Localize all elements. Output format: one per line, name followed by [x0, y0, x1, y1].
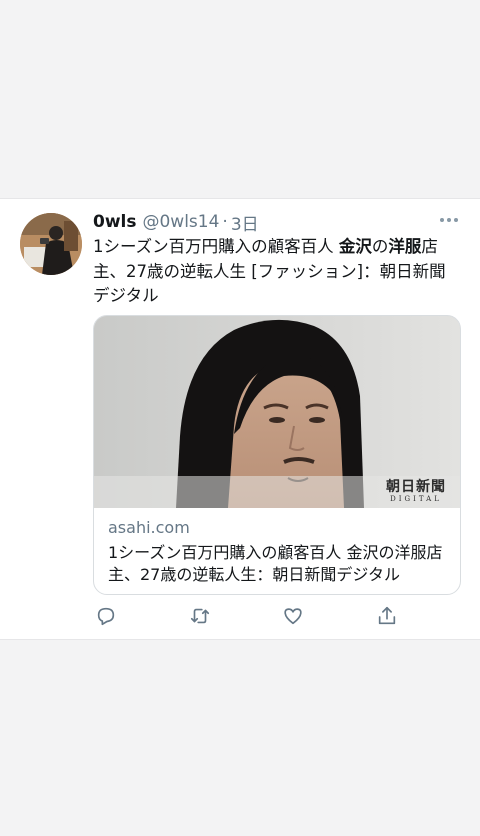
logo-subtitle: DIGITAL — [390, 495, 442, 503]
author-name[interactable]: 0wls — [93, 212, 136, 232]
avatar[interactable] — [20, 213, 82, 275]
asahi-digital-logo: 朝日新聞 DIGITAL — [386, 479, 446, 504]
tweet-actions — [93, 603, 433, 629]
link-card[interactable]: 朝日新聞 DIGITAL asahi.com 1シーズン百万円購入の顧客百人 金… — [93, 315, 461, 595]
retweet-icon[interactable] — [187, 603, 213, 629]
tweet-text-segment: の — [371, 237, 389, 256]
link-card-domain[interactable]: asahi.com — [108, 518, 190, 537]
reply-icon[interactable] — [93, 603, 119, 629]
tweet[interactable]: 0wls @0wls14 · 3日 1シーズン百万円購入の顧客百人 金沢の洋服店… — [0, 198, 480, 640]
separator-dot: · — [222, 212, 228, 232]
link-card-title[interactable]: 1シーズン百万円購入の顧客百人 金沢の洋服店主、27歳の逆転人生：朝日新聞デジタ… — [108, 542, 446, 586]
tweet-text: 1シーズン百万円購入の顧客百人 金沢の洋服店主、27歳の逆転人生 [ファッション… — [93, 235, 459, 309]
author-handle[interactable]: @0wls14 — [142, 212, 219, 232]
logo-wordmark: 朝日新聞 — [386, 479, 446, 495]
heart-icon[interactable] — [280, 603, 306, 629]
tweet-text-segment: 1シーズン百万円購入の顧客百人 — [93, 237, 339, 256]
share-icon[interactable] — [374, 603, 400, 629]
link-card-image[interactable]: 朝日新聞 DIGITAL — [94, 316, 460, 508]
tweet-text-highlight: 金沢 — [338, 237, 372, 256]
more-horizontal-icon[interactable] — [440, 213, 458, 227]
tweet-text-highlight: 洋服 — [388, 237, 422, 256]
tweet-header: 0wls @0wls14 · 3日 — [93, 210, 259, 235]
tweet-timestamp[interactable]: 3日 — [231, 210, 259, 235]
